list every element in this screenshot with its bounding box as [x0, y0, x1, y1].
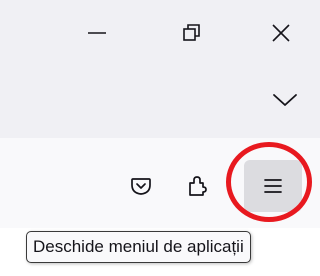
chevron-down-icon [273, 94, 297, 106]
extensions-icon [189, 176, 207, 196]
pocket-button[interactable] [120, 165, 162, 207]
browser-window-corner: Deschide meniul de aplicații [0, 0, 320, 276]
list-all-tabs-button[interactable] [265, 80, 305, 120]
navigation-toolbar [0, 138, 320, 228]
close-button[interactable] [256, 10, 306, 56]
app-menu-button[interactable] [244, 160, 302, 212]
pocket-icon [131, 178, 151, 195]
title-bar [0, 0, 320, 138]
extensions-button[interactable] [177, 165, 219, 207]
restore-icon [183, 24, 200, 41]
minimize-button[interactable] [72, 10, 122, 56]
close-icon [272, 24, 290, 42]
hamburger-menu-icon [264, 179, 282, 193]
app-menu-tooltip: Deschide meniul de aplicații [26, 231, 251, 263]
restore-button[interactable] [167, 10, 217, 56]
minimize-icon [88, 32, 106, 34]
